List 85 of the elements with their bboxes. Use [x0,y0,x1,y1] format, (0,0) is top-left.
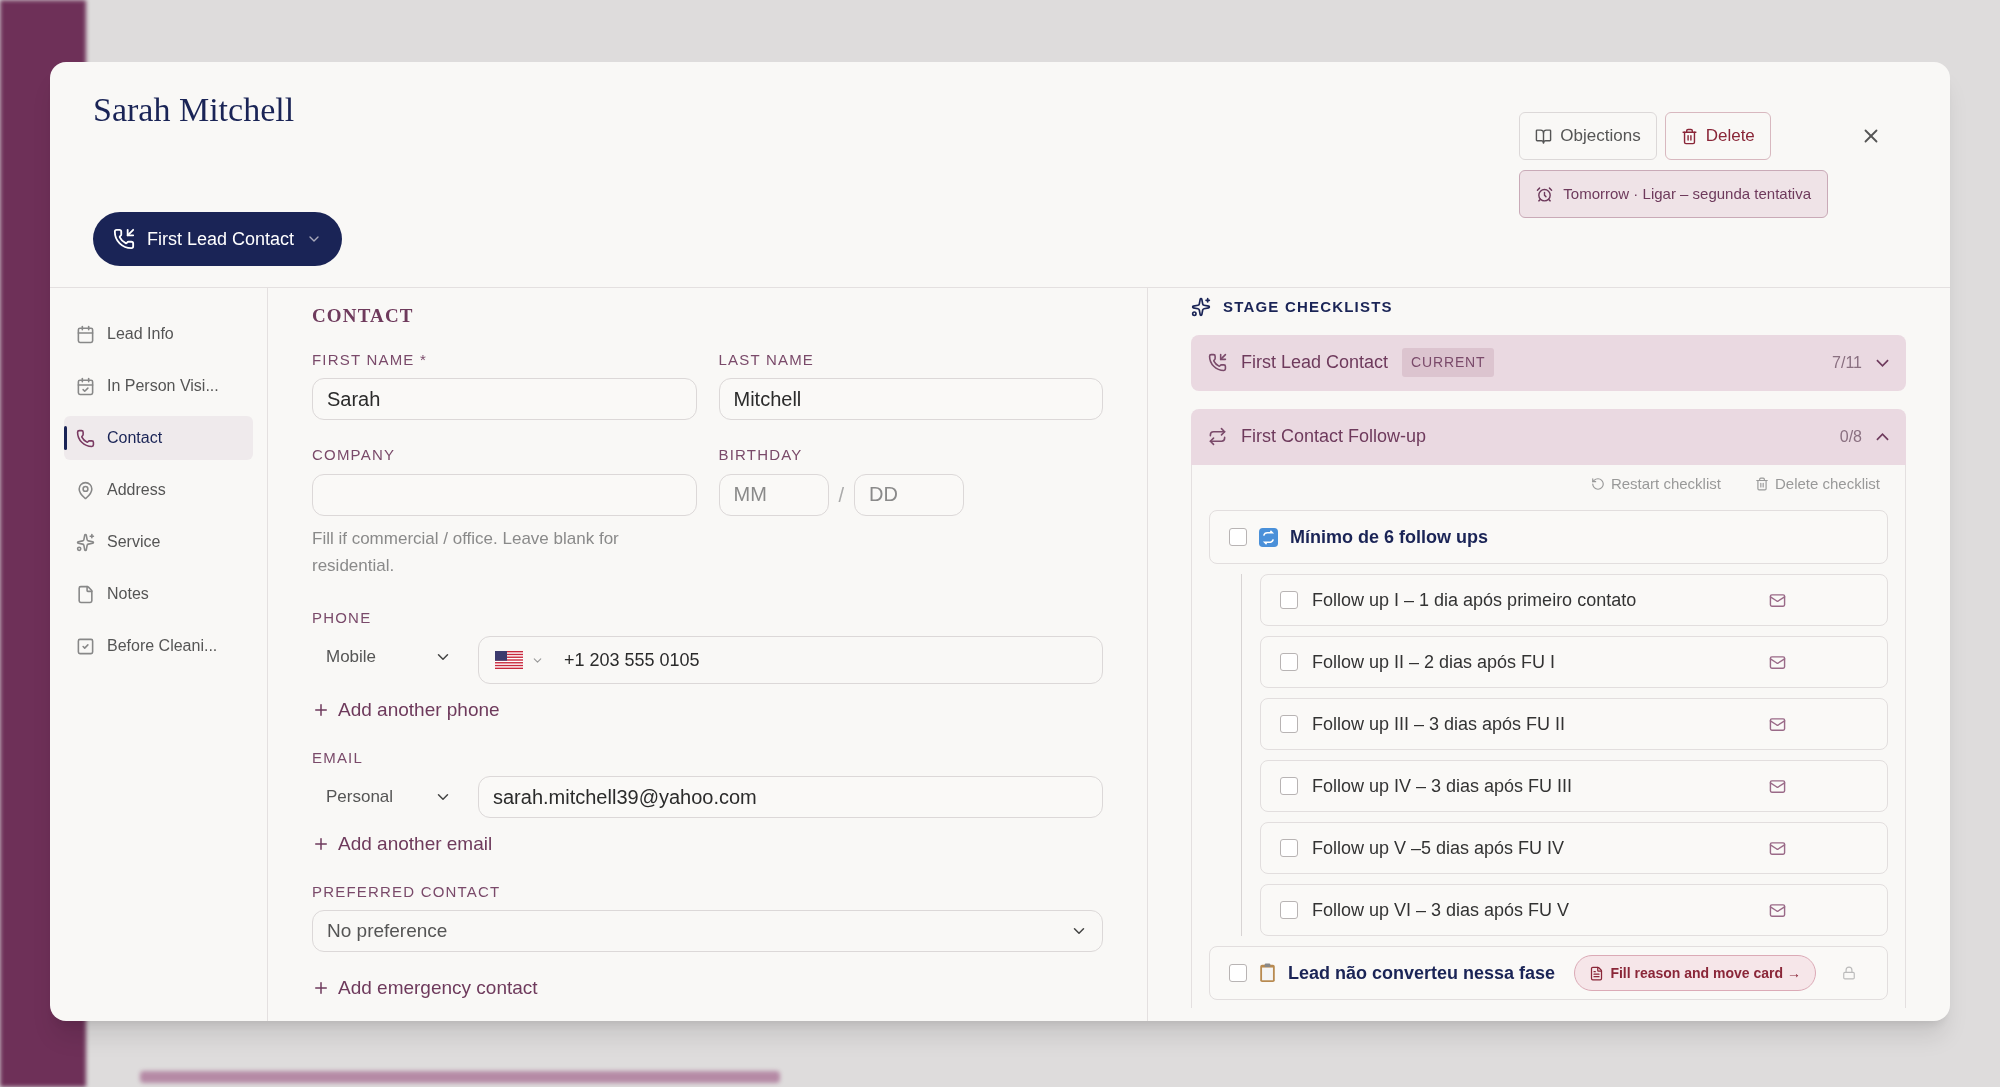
checkbox-icon [76,636,95,656]
fill-reason-button[interactable]: Fill reason and move card → [1574,955,1816,991]
section-title: STAGE CHECKLISTS [1223,297,1393,317]
chevron-down-icon [1876,358,1889,367]
phone-field[interactable]: +1 203 555 0105 [478,636,1103,684]
trash-icon [1680,127,1698,145]
sidebar-item[interactable]: In Person Visi... [64,364,253,408]
mail-icon[interactable] [1769,591,1786,609]
add-link[interactable]: Add emergency contact [312,974,538,1003]
clipboard-icon [1259,963,1276,983]
checklist-item: Lead não converteu nessa fase Fill reason and move card → [1209,946,1888,1000]
sidebar-item[interactable]: Address [64,468,253,512]
mail-icon[interactable] [1769,777,1786,795]
field-label: PHONE [312,607,372,628]
field-label: LAST NAME [718,349,815,370]
field-label: COMPANY [312,445,396,465]
document-icon [1589,965,1605,981]
add-link[interactable]: Add another email [312,830,493,859]
checklist-item: Follow up V –5 dias após FU IV [1260,822,1888,874]
calendar-icon [76,324,95,344]
input-field[interactable]: Sarah [312,378,697,420]
phone-icon [113,228,135,250]
current-badge: CURRENT [1402,348,1495,377]
checklist-item: Mínimo de 6 follow ups [1209,510,1888,564]
stage-header[interactable]: First Contact Follow-up 0/8 [1191,408,1906,465]
checklist-item: Follow up I – 1 dia após primeiro contato [1260,574,1888,626]
checkbox[interactable] [1280,591,1298,609]
sparkles-icon [76,532,95,552]
helper-text: Fill if commercial / office. Leave blank for residential. [312,527,620,577]
sidebar-item[interactable]: Lead Info [64,312,253,356]
checkbox[interactable] [1280,777,1298,795]
repeat-icon [1259,527,1278,547]
checklist-item: Follow up II – 2 dias após FU I [1260,636,1888,688]
alarm-clock-icon [1536,185,1554,203]
preferred-contact-dropdown[interactable]: No preference [312,910,1103,952]
field-label: EMAIL [312,747,363,768]
checkbox[interactable] [1280,839,1298,857]
input-field[interactable] [312,473,697,516]
phone-icon [76,428,95,448]
chevron-up-icon [1876,432,1889,441]
field-label: PREFERRED CONTACT [312,881,501,902]
checklist-item: Follow up VI – 3 dias após FU V [1260,884,1888,936]
phone-icon [1208,353,1227,372]
type-dropdown[interactable]: Personal [312,776,462,818]
input-field[interactable]: Mitchell [718,378,1103,420]
mail-icon[interactable] [1769,901,1786,919]
lead-name-title: Sarah Mitchell [93,90,295,130]
checkbox[interactable] [1280,901,1298,919]
sidebar-item[interactable]: Notes [64,572,253,616]
book-icon [1535,127,1553,145]
date-separator: / [838,482,845,508]
field-label: BIRTHDAY [718,445,803,465]
mail-icon[interactable] [1769,715,1786,733]
trash-icon [1754,476,1769,491]
checkbox[interactable] [1229,528,1247,546]
active-indicator [64,426,67,450]
checklist-item: Follow up IV – 3 dias após FU III [1260,760,1888,812]
checklist-item: Follow up III – 3 dias após FU II [1260,698,1888,750]
input-field[interactable]: MM [718,473,829,516]
reminder-button[interactable]: Tomorrow · Ligar – segunda tentativa [1519,170,1828,218]
sparkles-icon [1191,297,1211,318]
checkbox[interactable] [1229,964,1247,982]
delete-button[interactable]: Delete [1664,112,1771,160]
stage-button[interactable]: First Lead Contact [93,212,343,266]
flag-icon [495,651,523,669]
mail-icon[interactable] [1769,653,1786,671]
input-field[interactable]: sarah.mitchell39@yahoo.com [478,776,1103,818]
repeat-icon [1208,427,1227,446]
section-title: CONTACT [312,304,414,328]
stage-header[interactable]: First Lead Contact CURRENT 7/11 [1191,334,1906,391]
objections-button[interactable]: Objections [1519,112,1657,160]
sidebar-item[interactable]: Service [64,520,253,564]
checkbox[interactable] [1280,715,1298,733]
map-pin-icon [76,480,95,500]
input-field[interactable]: DD [854,473,965,516]
sidebar-item[interactable]: Contact [64,416,253,460]
field-label: FIRST NAME * [312,349,427,370]
restart-icon [1590,476,1605,491]
calendar-check-icon [76,376,95,396]
document-icon [76,584,95,604]
mail-icon[interactable] [1769,839,1786,857]
type-dropdown[interactable]: Mobile [312,636,462,678]
checkbox[interactable] [1280,653,1298,671]
sidebar-item[interactable]: Before Cleani... [64,624,253,668]
add-link[interactable]: Add another phone [312,696,500,725]
